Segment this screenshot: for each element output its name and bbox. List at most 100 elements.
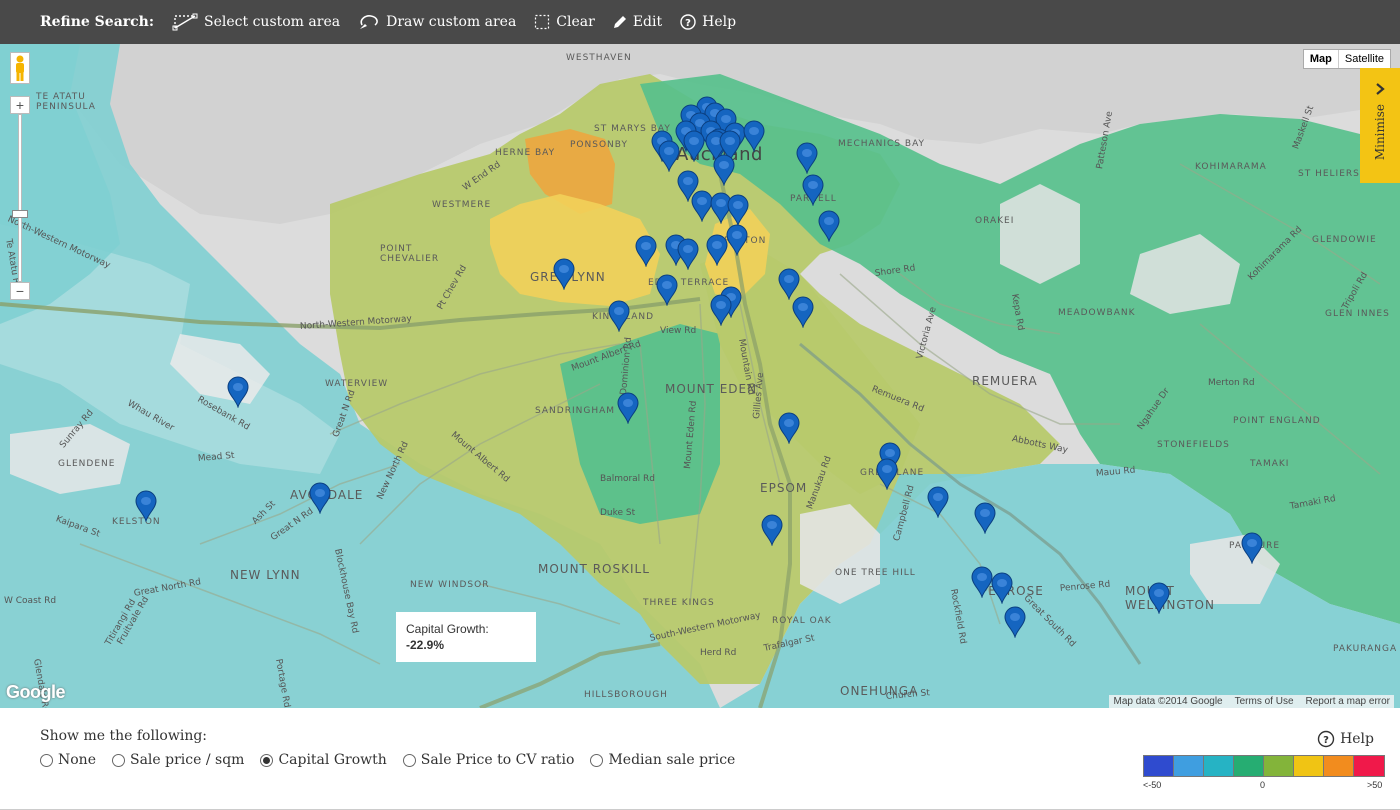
edit-button[interactable]: Edit xyxy=(613,14,662,30)
street-view-pegman[interactable] xyxy=(10,52,30,84)
place-label-point-england: POINT ENGLAND xyxy=(1233,416,1321,426)
legend-min-label: <-50 xyxy=(1143,780,1162,790)
map-marker-icon[interactable] xyxy=(927,486,949,519)
map-marker-icon[interactable] xyxy=(658,140,680,173)
map-marker-icon[interactable] xyxy=(135,490,157,523)
map-marker-icon[interactable] xyxy=(802,174,824,207)
place-label-glendene: GLENDENE xyxy=(58,459,116,469)
map-type-map-button[interactable]: Map xyxy=(1304,50,1339,68)
refine-search-label: Refine Search: xyxy=(40,14,155,30)
map-marker-icon[interactable] xyxy=(1241,532,1263,565)
layer-options: None Sale price / sqm Capital Growth Sale P… xyxy=(40,752,735,768)
layer-option-sale-price-sqm[interactable]: Sale price / sqm xyxy=(111,752,245,768)
place-label-waterview: WATERVIEW xyxy=(325,379,389,389)
zoom-control: + − xyxy=(10,96,30,300)
minimise-tab[interactable]: Minimise xyxy=(1360,68,1400,183)
terms-of-use-link[interactable]: Terms of Use xyxy=(1235,696,1294,707)
place-label-kohimarama: KOHIMARAMA xyxy=(1195,162,1267,172)
map-marker-icon[interactable] xyxy=(974,502,996,535)
place-label-westmere: WESTMERE xyxy=(432,200,492,210)
legend-swatch xyxy=(1294,756,1324,776)
radio-button[interactable] xyxy=(111,753,125,767)
legend-swatch xyxy=(1204,756,1234,776)
legend-swatch xyxy=(1324,756,1354,776)
radio-button[interactable] xyxy=(260,753,274,767)
street-label-herd-rd: Herd Rd xyxy=(700,648,737,658)
map-marker-icon[interactable] xyxy=(778,412,800,445)
map-marker-icon[interactable] xyxy=(713,154,735,187)
map-marker-icon[interactable] xyxy=(727,194,749,227)
legend-mid-label: 0 xyxy=(1260,780,1266,790)
zoom-in-button[interactable]: + xyxy=(10,96,30,114)
map-marker-icon[interactable] xyxy=(617,392,639,425)
place-label-royal-oak: ROYAL OAK xyxy=(772,616,832,626)
layer-option-capital-growth[interactable]: Capital Growth xyxy=(260,752,387,768)
zoom-slider-handle[interactable] xyxy=(12,210,28,218)
draw-custom-area-button[interactable]: Draw custom area xyxy=(358,13,516,31)
help-button[interactable]: ? Help xyxy=(680,14,736,30)
map-marker-icon[interactable] xyxy=(971,566,993,599)
map-marker-icon[interactable] xyxy=(656,274,678,307)
legend-swatch xyxy=(1264,756,1294,776)
radio-button[interactable] xyxy=(402,753,416,767)
tooltip-label: Capital Growth: xyxy=(406,622,489,636)
map-marker-icon[interactable] xyxy=(818,210,840,243)
select-area-icon xyxy=(172,13,198,31)
report-map-error-link[interactable]: Report a map error xyxy=(1306,696,1390,707)
map-marker-icon[interactable] xyxy=(710,294,732,327)
place-label-hillsborough: HILLSBOROUGH xyxy=(584,690,668,700)
map-marker-icon[interactable] xyxy=(227,376,249,409)
map-marker-icon[interactable] xyxy=(608,300,630,333)
map-marker-icon[interactable] xyxy=(553,258,575,291)
layer-option-median-sale-price[interactable]: Median sale price xyxy=(590,752,735,768)
map-marker-icon[interactable] xyxy=(796,142,818,175)
legend-swatch xyxy=(1354,756,1384,776)
map-marker-icon[interactable] xyxy=(1004,606,1026,639)
map-marker-icon[interactable] xyxy=(1148,582,1170,615)
map-marker-icon[interactable] xyxy=(309,482,331,515)
map-marker-icon[interactable] xyxy=(792,296,814,329)
map-marker-icon[interactable] xyxy=(677,238,699,271)
map-marker-icon[interactable] xyxy=(726,224,748,257)
layer-option-label: Median sale price xyxy=(608,752,736,768)
place-label-st-heliers: ST HELIERS xyxy=(1298,169,1360,179)
map-marker-icon[interactable] xyxy=(743,120,765,153)
layer-option-label: Capital Growth xyxy=(278,752,387,768)
svg-text:?: ? xyxy=(1323,735,1329,746)
draw-custom-area-label: Draw custom area xyxy=(386,14,517,30)
help-link-label: Help xyxy=(1340,731,1374,747)
street-label-balmoral: Balmoral Rd xyxy=(600,474,656,484)
place-label-pakuranga: PAKURANGA xyxy=(1333,644,1398,654)
clear-button[interactable]: Clear xyxy=(534,14,595,30)
select-custom-area-label: Select custom area xyxy=(204,14,341,30)
map-marker-icon[interactable] xyxy=(876,458,898,491)
map-data-credit: Map data ©2014 Google xyxy=(1113,696,1223,707)
map-type-satellite-button[interactable]: Satellite xyxy=(1339,50,1390,68)
map-marker-icon[interactable] xyxy=(635,235,657,268)
map-marker-icon[interactable] xyxy=(761,514,783,547)
layer-option-none[interactable]: None xyxy=(40,752,96,768)
map-marker-icon[interactable] xyxy=(991,572,1013,605)
draw-area-icon xyxy=(360,15,378,29)
map-marker-icon[interactable] xyxy=(683,130,705,163)
help-icon: ? xyxy=(680,14,696,30)
help-link[interactable]: ? Help xyxy=(1317,730,1374,748)
zoom-out-button[interactable]: − xyxy=(10,282,30,300)
radio-button[interactable] xyxy=(40,753,53,767)
place-label-mount-roskill: MOUNT ROSKILL xyxy=(538,562,650,576)
place-label-point-chevalier: POINT CHEVALIER xyxy=(380,244,440,264)
place-label-meadowbank: MEADOWBANK xyxy=(1058,308,1136,318)
map-type-control: Map Satellite xyxy=(1302,49,1391,69)
layer-option-sale-price-to-cv-ratio[interactable]: Sale Price to CV ratio xyxy=(402,752,574,768)
radio-button[interactable] xyxy=(590,753,604,767)
place-label-tamaki: TAMAKI xyxy=(1250,459,1290,469)
zoom-slider-track[interactable] xyxy=(18,114,22,282)
map-canvas[interactable]: AucklandGREY LYNNMOUNT EDENREMUERAAVONDA… xyxy=(0,44,1400,708)
edit-label: Edit xyxy=(632,14,663,30)
clear-label: Clear xyxy=(556,14,595,30)
street-label-duke-st: Duke St xyxy=(600,508,636,518)
layer-controls-panel: Show me the following: None Sale price / … xyxy=(0,708,1400,810)
select-custom-area-button[interactable]: Select custom area xyxy=(172,13,340,31)
map-marker-icon[interactable] xyxy=(706,234,728,267)
layer-option-label: Sale price / sqm xyxy=(129,752,245,768)
